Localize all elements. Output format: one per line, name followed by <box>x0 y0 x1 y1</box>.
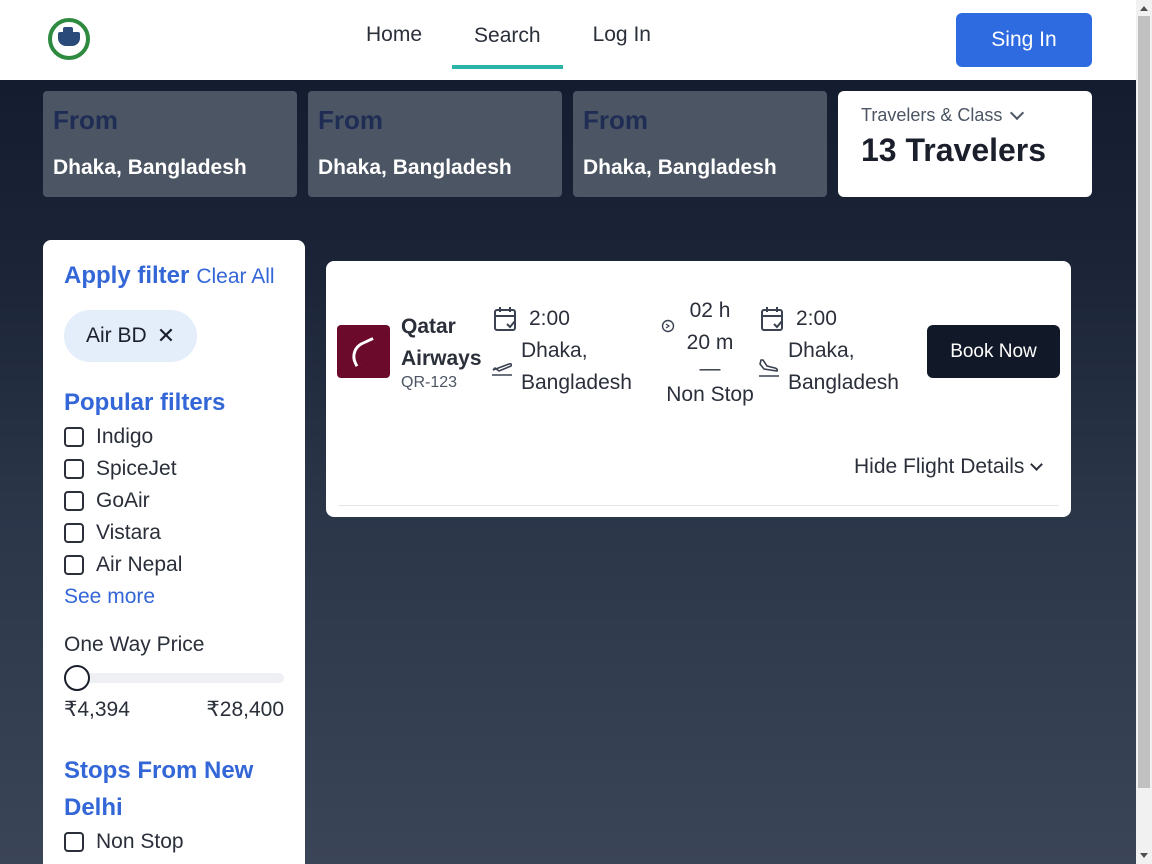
travelers-label-text: Travelers & Class <box>861 105 1003 125</box>
arrival-place: Dhaka, Bangladesh <box>788 339 899 394</box>
from-value: Dhaka, Bangladesh <box>53 156 247 179</box>
from-value: Dhaka, Bangladesh <box>583 156 777 179</box>
flight-duration: 02 h 20 m — Non Stop <box>660 295 760 411</box>
chip-label: Air BD <box>86 324 147 347</box>
slider-track[interactable] <box>64 673 284 683</box>
option-label: SpiceJet <box>96 457 177 480</box>
active-filter-chip: Air BD ✕ <box>64 310 198 362</box>
ship-logo-icon[interactable] <box>48 18 90 60</box>
duration-dash: — <box>699 357 721 380</box>
from-label: From <box>583 105 648 135</box>
slider-thumb[interactable] <box>64 665 90 691</box>
hide-details-label: Hide Flight Details <box>854 455 1025 478</box>
clear-all-link[interactable]: Clear All <box>196 265 274 289</box>
duration-minutes: 20 m <box>686 331 734 354</box>
duration-hours: 02 h <box>689 299 731 322</box>
book-now-button[interactable]: Book Now <box>927 325 1060 378</box>
travelers-class-selector[interactable]: Travelers & Class 13 Travelers <box>838 91 1092 197</box>
scroll-up-arrow-icon[interactable] <box>1140 6 1148 11</box>
from-field-1[interactable]: From Dhaka, Bangladesh <box>43 91 297 197</box>
close-icon[interactable]: ✕ <box>157 323 175 349</box>
option-label: Indigo <box>96 425 154 448</box>
top-header: Home Search Log In Sing In <box>0 0 1136 80</box>
vertical-scrollbar[interactable] <box>1136 0 1152 864</box>
calendar-icon <box>494 307 516 331</box>
from-field-3[interactable]: From Dhaka, Bangladesh <box>573 91 827 197</box>
checkbox[interactable] <box>64 832 84 852</box>
filter-title: Apply filter <box>64 262 190 289</box>
flight-card: Qatar Airways QR-123 2:00 Dhaka, Banglad… <box>326 261 1071 517</box>
main-nav: Home Search Log In <box>340 0 677 80</box>
nav-home[interactable]: Home <box>344 0 444 70</box>
price-min: ₹4,394 <box>64 698 130 721</box>
calendar-icon <box>761 307 783 331</box>
option-label: Vistara <box>96 521 161 544</box>
filter-option[interactable]: Indigo <box>64 421 284 453</box>
stop-option[interactable]: Non Stop <box>64 826 284 858</box>
divider <box>338 505 1059 506</box>
filter-option[interactable]: GoAir <box>64 485 284 517</box>
filter-option[interactable]: Vistara <box>64 517 284 549</box>
checkbox[interactable] <box>64 523 84 543</box>
page: Home Search Log In Sing In From Dhaka, B… <box>0 0 1136 864</box>
filter-option[interactable]: Air Nepal <box>64 549 284 581</box>
price-range: ₹4,394 ₹28,400 <box>64 697 284 722</box>
filter-option[interactable]: SpiceJet <box>64 453 284 485</box>
checkbox[interactable] <box>64 491 84 511</box>
checkbox[interactable] <box>64 427 84 447</box>
option-label: Non Stop <box>96 830 184 853</box>
checkbox[interactable] <box>64 459 84 479</box>
option-label: GoAir <box>96 489 150 512</box>
filter-panel: Apply filter Clear All Air BD ✕ Popular … <box>43 240 305 864</box>
see-more-link[interactable]: See more <box>64 585 284 609</box>
filter-header: Apply filter Clear All <box>64 262 284 290</box>
price-label: One Way Price <box>64 633 205 656</box>
price-slider[interactable] <box>64 665 284 691</box>
scroll-thumb[interactable] <box>1138 16 1150 788</box>
chevron-down-icon <box>1010 105 1025 120</box>
option-label: Air Nepal <box>96 553 183 576</box>
checkbox[interactable] <box>64 555 84 575</box>
from-label: From <box>318 105 383 135</box>
price-max: ₹28,400 <box>206 698 284 721</box>
travelers-label: Travelers & Class <box>861 105 1069 126</box>
chevron-down-icon <box>1030 458 1044 471</box>
nav-login[interactable]: Log In <box>571 0 673 70</box>
scroll-down-arrow-icon[interactable] <box>1140 853 1148 858</box>
from-label: From <box>53 105 118 135</box>
stops-title: Stops From New Delhi <box>64 757 254 821</box>
flight-code: QR-123 <box>401 374 458 391</box>
from-field-2[interactable]: From Dhaka, Bangladesh <box>308 91 562 197</box>
hide-flight-details-toggle[interactable]: Hide Flight Details <box>854 455 1044 479</box>
landing-icon <box>759 359 779 377</box>
popular-filters-title: Popular filters <box>64 389 226 416</box>
takeoff-icon <box>492 362 513 376</box>
arrival-time: 2:00 <box>796 307 837 330</box>
departure-place: Dhaka, Bangladesh <box>521 339 632 394</box>
nav-search[interactable]: Search <box>452 0 563 69</box>
from-value: Dhaka, Bangladesh <box>318 156 512 179</box>
signin-button[interactable]: Sing In <box>956 13 1092 67</box>
departure-time: 2:00 <box>529 307 570 330</box>
airline-logo <box>337 325 390 378</box>
travelers-value: 13 Travelers <box>861 132 1047 168</box>
stops-label: Non Stop <box>666 383 754 406</box>
search-hero: From Dhaka, Bangladesh From Dhaka, Bangl… <box>0 80 1136 864</box>
airline-name: Qatar Airways <box>401 315 482 370</box>
